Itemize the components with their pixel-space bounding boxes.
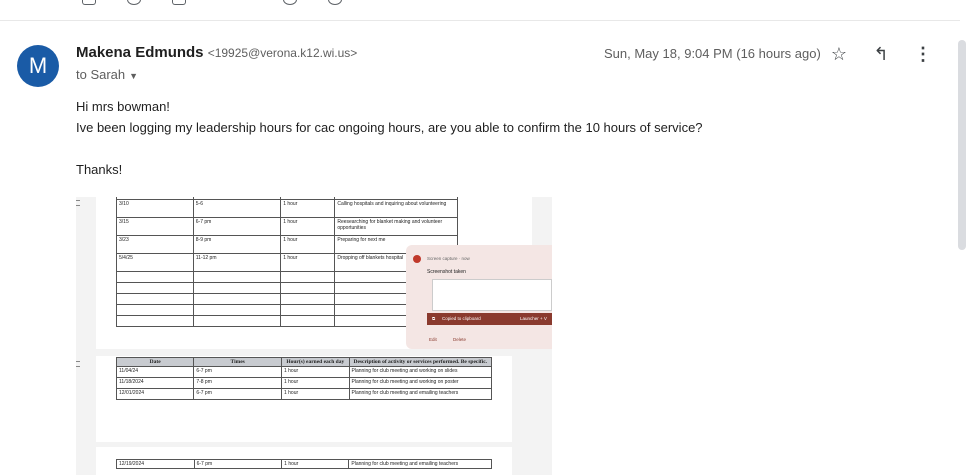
scrollbar-thumb[interactable] [958, 40, 966, 250]
table-cell: Planning for club meeting and emailing t… [348, 388, 493, 400]
recipient-label: to Sarah [76, 67, 126, 82]
table-cell: 3/10 [116, 199, 194, 218]
table-cell [192, 304, 282, 316]
reply-icon[interactable]: ↰ [871, 44, 891, 65]
delete-button[interactable]: Delete [453, 337, 466, 342]
table-row: 11/04/24 6-7 pm 1 hour Planning for club me… [115, 366, 493, 378]
col-date: Date [115, 357, 195, 367]
table-cell [116, 271, 194, 283]
report-icon[interactable] [127, 0, 141, 5]
service-log-table: Date Times Hour(s) earned each day Descr… [115, 357, 493, 400]
table-row: 3/10 5-6 1 hour Calling hospitals and inqui… [116, 199, 458, 218]
table-cell: 1 hour [280, 377, 350, 389]
sender-line: Makena Edmunds <19925@verona.k12.wi.us> [76, 44, 357, 61]
table-cell: 6-7 pm [193, 459, 283, 469]
table-cell: 1 hour [280, 199, 336, 218]
table-cell [280, 315, 336, 327]
col-times: Times [193, 357, 282, 367]
screenshot-thumbnail[interactable] [432, 279, 552, 311]
screenshot-notification[interactable]: Screen capture · now Screenshot taken ⧉ … [406, 245, 552, 349]
table-cell: 7-8 pm [193, 377, 282, 389]
avatar[interactable]: M [17, 45, 59, 87]
table-cell [280, 293, 336, 305]
message-date: Sun, May 18, 9:04 PM (16 hours ago) [604, 46, 821, 61]
delete-icon[interactable] [172, 0, 186, 5]
snooze-icon[interactable] [283, 0, 297, 5]
edit-button[interactable]: Edit [429, 337, 437, 342]
table-cell [192, 293, 282, 305]
task-icon[interactable] [328, 0, 342, 5]
table-cell: 1 hour [280, 388, 350, 400]
table-cell [116, 282, 194, 294]
table-cell: Planning for club meeting and working on… [348, 377, 493, 389]
table-cell [192, 315, 282, 327]
message-body: Hi mrs bowman! Ive been logging my leade… [76, 96, 703, 180]
col-hours: Hour(s) earned each day [280, 357, 350, 367]
greeting: Hi mrs bowman! [76, 99, 170, 114]
launcher-label: Launcher + V [520, 316, 547, 321]
table-cell [116, 315, 194, 327]
table-cell: 11/04/24 [115, 366, 195, 378]
table-cell: 11/18/2024 [115, 377, 195, 389]
signoff: Thanks! [76, 162, 123, 177]
table-cell: 3/15 [116, 217, 194, 236]
table-cell: 1 hour [280, 366, 350, 378]
screen-capture-icon [413, 255, 421, 263]
table-cell [192, 271, 282, 283]
table-cell: Planning for club meeting and emailing t… [348, 459, 492, 469]
table-cell: 1 hour [280, 253, 336, 272]
table-cell: 3/23 [116, 235, 194, 254]
clipboard-bar: ⧉ Copied to clipboard Launcher + V [427, 313, 552, 325]
table-row: 12/01/2024 6-7 pm 1 hour Planning for club … [115, 388, 493, 400]
table-row: 12/19/2024 6-7 pm 1 hour Planning for club … [116, 459, 492, 469]
table-cell: Planning for club meeting and working on… [348, 366, 493, 378]
table-cell: 6-7 pm [193, 388, 282, 400]
recipient-line[interactable]: to Sarah ▼ [76, 67, 138, 82]
table-cell: 5-6 [192, 199, 282, 218]
copied-label: Copied to clipboard [442, 316, 481, 321]
table-cell [280, 271, 336, 283]
sender-name[interactable]: Makena Edmunds [76, 44, 204, 61]
table-row: 11/18/2024 7-8 pm 1 hour Planning for club … [115, 377, 493, 389]
avatar-initial: M [28, 53, 48, 78]
table-cell [280, 282, 336, 294]
drag-handle-icon [76, 361, 80, 367]
table-row: 3/15 6-7 pm 1 hour Reesearching for blanket… [116, 217, 458, 236]
table-cell: 6-7 pm [192, 217, 282, 236]
table-cell: Calling hospitals and inquiring about vo… [334, 199, 458, 218]
toast-title: Screenshot taken [427, 269, 466, 275]
toolbar-strip [0, 0, 960, 21]
table-cell [116, 304, 194, 316]
document-page: 12/19/2024 6-7 pm 1 hour Planning for club … [96, 447, 512, 475]
service-log-table: 12/19/2024 6-7 pm 1 hour Planning for club … [116, 459, 492, 469]
table-cell: Reesearching for blanket making and volu… [334, 217, 458, 236]
body-line: Ive been logging my leadership hours for… [76, 120, 703, 135]
chevron-down-icon[interactable]: ▼ [129, 71, 138, 81]
table-cell: 12/19/2024 [116, 459, 195, 469]
clipboard-icon: ⧉ [432, 316, 436, 321]
table-cell: 1 hour [280, 235, 336, 254]
star-icon[interactable]: ☆ [829, 44, 849, 65]
table-cell: 11-12 pm [192, 253, 282, 272]
document-page: Date Times Hour(s) earned each day Descr… [96, 356, 512, 442]
toast-caption: Screen capture · now [427, 256, 470, 261]
table-cell: 5/4/25 [116, 253, 194, 272]
archive-icon[interactable] [82, 0, 96, 5]
table-cell: 8-9 pm [192, 235, 282, 254]
table-cell: 1 hour [280, 217, 336, 236]
drag-handle-icon [76, 200, 80, 206]
table-cell [192, 282, 282, 294]
inline-image[interactable]: 3/10 5-6 1 hour Calling hospitals and inqui… [76, 197, 552, 475]
table-cell [116, 293, 194, 305]
more-vert-icon[interactable]: ⋮ [913, 44, 933, 65]
table-cell: 6-7 pm [193, 366, 282, 378]
table-cell: 1 hour [281, 459, 350, 469]
sender-email: <19925@verona.k12.wi.us> [207, 46, 358, 60]
table-cell: 12/01/2024 [115, 388, 195, 400]
table-cell [280, 304, 336, 316]
col-description: Description of activity or services perf… [348, 357, 493, 367]
